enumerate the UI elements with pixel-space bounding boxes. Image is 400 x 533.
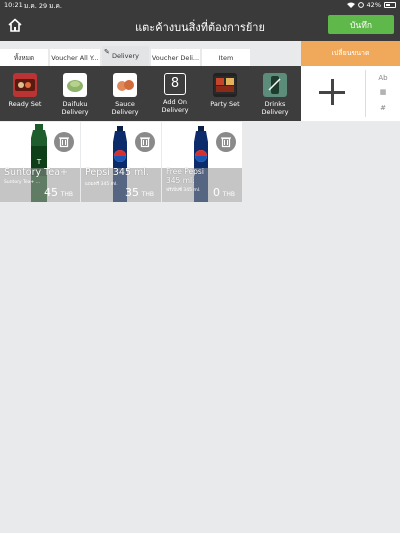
- wifi-icon: [346, 2, 355, 8]
- category-daifuku[interactable]: Daifuku Delivery: [50, 73, 100, 116]
- tab-item[interactable]: Item: [202, 49, 250, 66]
- status-bar: 10:21 ม.ค. 29 ม.ค. 42%: [0, 0, 400, 11]
- trash-icon: [140, 137, 150, 148]
- number-option[interactable]: #: [375, 104, 391, 112]
- category-label: Add On Delivery: [161, 98, 189, 114]
- party-set-image: [213, 73, 237, 97]
- product-name: Pepsi 345 ml.: [85, 167, 149, 178]
- add-panel: Ab ▦ #: [301, 66, 400, 121]
- trash-icon: [59, 137, 69, 148]
- drinks-food: [268, 76, 281, 94]
- price-unit: THB: [141, 191, 154, 198]
- delete-button[interactable]: [135, 132, 155, 152]
- category-label: Sauce Delivery: [111, 100, 139, 116]
- category-sauce[interactable]: Sauce Delivery: [100, 73, 150, 116]
- sauce-food: [117, 80, 134, 91]
- drinks-image: [263, 73, 287, 97]
- tab-voucher-delivery[interactable]: Voucher Deli...: [151, 49, 200, 66]
- grid-option[interactable]: ▦: [375, 88, 391, 96]
- product-price: 0: [213, 186, 220, 199]
- category-drinks[interactable]: Drinks Delivery: [250, 73, 300, 116]
- tab-voucher-all[interactable]: Voucher All Y...: [50, 49, 100, 66]
- tab-delivery-label: Delivery: [112, 52, 139, 60]
- product-subtitle: แถมฟรี 345 ml.: [85, 182, 118, 187]
- tab-delivery[interactable]: ✎ Delivery: [102, 46, 149, 66]
- product-card-pepsi[interactable]: Pepsi 345 ml. แถมฟรี 345 ml. 35 THB: [81, 122, 161, 202]
- product-subtitle: Suntory Tea+ ...: [4, 180, 41, 185]
- daifuku-image: [63, 73, 87, 97]
- sauce-image: [113, 73, 137, 97]
- plus-icon[interactable]: [319, 79, 345, 105]
- product-price: 35: [125, 186, 139, 199]
- save-button[interactable]: บันทึก: [328, 15, 394, 34]
- daifuku-food: [67, 80, 83, 92]
- product-price: 45: [44, 186, 58, 199]
- category-label: Ready Set: [8, 100, 42, 108]
- product-card-suntory[interactable]: T Suntory Tea+ Suntory Tea+ ... 45 THB: [0, 122, 80, 202]
- product-name: Free Pepsi 345 ml.: [166, 167, 204, 185]
- product-card-free-pepsi[interactable]: Free Pepsi 345 ml. ฟรีเป๊ปซี่ 345 ml. 0 …: [162, 122, 242, 202]
- price-unit: THB: [60, 191, 73, 198]
- tab-strip: ทั้งหมด Voucher All Y... ✎ Delivery Vouc…: [0, 41, 301, 66]
- product-name: Suntory Tea+: [4, 167, 68, 178]
- party-set-food: [214, 76, 236, 94]
- battery-percent: 42%: [366, 1, 381, 9]
- add-on-number: 8: [164, 73, 186, 95]
- divider: [365, 70, 366, 117]
- category-party-set[interactable]: Party Set: [200, 73, 250, 108]
- category-add-on[interactable]: 8 Add On Delivery: [150, 73, 200, 114]
- battery-icon: [384, 2, 396, 8]
- svg-text:T: T: [36, 158, 42, 166]
- delete-button[interactable]: [54, 132, 74, 152]
- trash-icon: [221, 137, 231, 148]
- price-unit: THB: [222, 191, 235, 198]
- resize-button[interactable]: เปลี่ยนขนาด: [301, 41, 400, 66]
- category-label: Party Set: [210, 100, 240, 108]
- category-ready-set[interactable]: Ready Set: [0, 73, 50, 108]
- product-subtitle: ฟรีเป๊ปซี่ 345 ml.: [166, 188, 201, 193]
- status-right: 42%: [346, 1, 396, 9]
- delete-button[interactable]: [216, 132, 236, 152]
- text-size-option[interactable]: Ab: [375, 74, 391, 82]
- category-row: Ready Set Daifuku Delivery Sauce Deliver…: [0, 66, 301, 121]
- ready-set-food: [15, 79, 35, 91]
- status-time: 10:21: [4, 1, 23, 9]
- category-label: Daifuku Delivery: [61, 100, 89, 116]
- category-label: Drinks Delivery: [261, 100, 289, 116]
- edit-icon: ✎: [104, 48, 110, 56]
- top-bar: 10:21 ม.ค. 29 ม.ค. 42% แตะค้างบนสิ่งที่ต…: [0, 0, 400, 41]
- status-date: ม.ค. 29 ม.ค.: [24, 2, 62, 10]
- ready-set-image: [13, 73, 37, 97]
- tab-all[interactable]: ทั้งหมด: [0, 49, 48, 66]
- alarm-icon: [357, 2, 364, 8]
